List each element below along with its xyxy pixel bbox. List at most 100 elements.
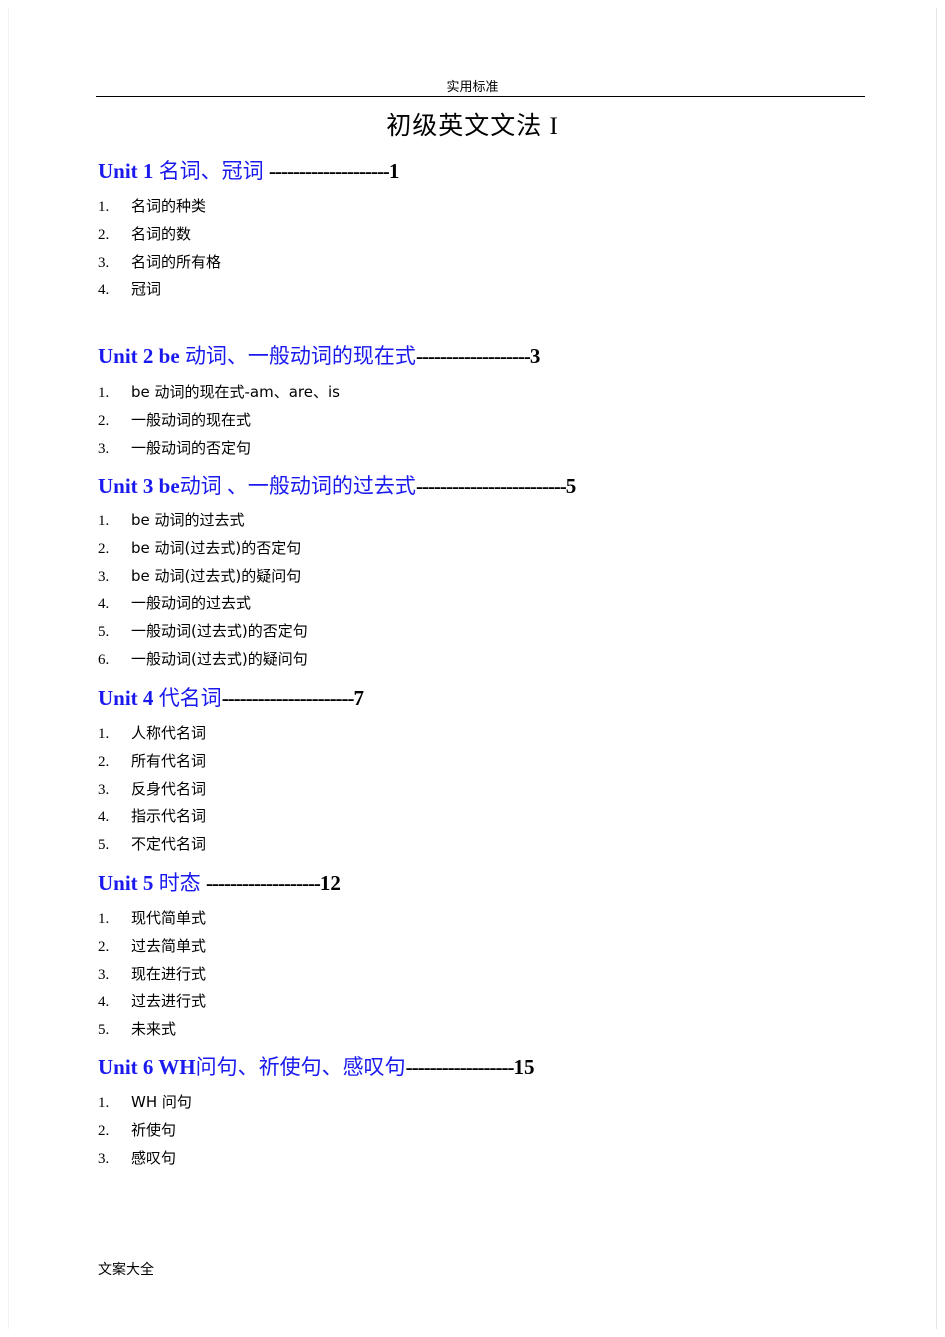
page-number: 12 <box>319 871 341 895</box>
item-number: 3. <box>98 254 110 271</box>
toc-list-item: 3. 一般动词的否定句 <box>98 437 251 458</box>
toc-list-item: 4. 冠词 <box>98 278 161 299</box>
item-number: 3. <box>98 966 110 983</box>
toc-list-item: 2. 一般动词的现在式 <box>98 409 251 430</box>
unit-prefix: Unit 3 be <box>98 474 180 498</box>
toc-list-item: 2. 所有代名词 <box>98 750 206 771</box>
toc-list-item: 6. 一般动词(过去式)的疑问句 <box>98 648 308 669</box>
item-number: 3. <box>98 568 110 585</box>
item-number: 3. <box>98 1150 110 1167</box>
unit-name: 问句、祈使句、感叹句 <box>195 1055 406 1079</box>
page-number: 5 <box>565 474 577 498</box>
toc-list-item: 2. 过去简单式 <box>98 935 206 956</box>
toc-unit-heading[interactable]: Unit 1 名词、冠词 --------------------1 <box>98 155 399 185</box>
item-label: 感叹句 <box>131 1148 177 1167</box>
toc-unit-heading[interactable]: Unit 4 代名词----------------------7 <box>98 682 364 712</box>
toc-list-item: 2. 名词的数 <box>98 223 191 244</box>
item-label: 未来式 <box>131 1020 177 1039</box>
item-number: 4. <box>98 596 110 613</box>
item-number: 3. <box>98 781 110 798</box>
item-label: 一般动词(过去式)的疑问句 <box>131 650 308 668</box>
toc-list-item: 2. be 动词(过去式)的否定句 <box>98 537 301 558</box>
toc-list-item: 4. 指示代名词 <box>98 805 206 826</box>
page-number: 1 <box>388 159 400 183</box>
toc-list-item: 5. 不定代名词 <box>98 833 206 854</box>
toc-unit-heading[interactable]: Unit 2 be 动词、一般动词的现在式-------------------… <box>98 340 540 370</box>
item-number: 2. <box>98 938 110 955</box>
toc-list-item: 5. 未来式 <box>98 1018 176 1039</box>
unit-name: 动词 、一般动词的过去式 <box>179 474 416 498</box>
item-label: 一般动词的否定句 <box>131 438 252 457</box>
unit-prefix: Unit 6 WH <box>98 1055 196 1079</box>
item-label: 名词的种类 <box>131 197 207 215</box>
item-label: 人称代名词 <box>131 724 207 742</box>
item-label: 现代简单式 <box>131 909 207 927</box>
item-number: 2. <box>98 412 110 429</box>
item-number: 1. <box>98 726 110 742</box>
document-title: 初级英文文法 I <box>386 113 559 140</box>
item-number: 2. <box>98 1122 110 1139</box>
toc-list-item: 1. 名词的种类 <box>98 195 206 216</box>
unit-name: 代名词 <box>158 686 222 710</box>
unit-name: 名词、冠词 <box>158 159 269 183</box>
item-number: 3. <box>98 440 110 457</box>
toc-list-item: 3. 现在进行式 <box>98 963 206 984</box>
item-label: be 动词的现在式-am、are、is <box>131 383 340 401</box>
toc-list-item: 1. WH 问句 <box>98 1091 192 1112</box>
item-label: 名词的所有格 <box>131 252 222 271</box>
item-label: be 动词(过去式)的否定句 <box>131 538 302 557</box>
item-label: 指示代名词 <box>131 807 207 826</box>
item-label: 反身代名词 <box>131 779 207 798</box>
item-label: WH 问句 <box>131 1093 192 1111</box>
item-number: 2. <box>98 753 110 770</box>
toc-list-item: 5. 一般动词(过去式)的否定句 <box>98 620 308 641</box>
dot-leader: ------------------------- <box>415 474 567 498</box>
toc-list-item: 3. 名词的所有格 <box>98 251 221 272</box>
unit-name: 时态 <box>158 871 206 895</box>
item-label: 不定代名词 <box>131 835 207 854</box>
toc-unit-heading[interactable]: Unit 5 时态 -------------------12 <box>98 867 341 897</box>
item-number: 1. <box>98 911 110 927</box>
item-number: 4. <box>98 282 110 299</box>
dot-leader: ------------------- <box>415 344 531 368</box>
toc-unit-heading[interactable]: Unit 6 WH问句、祈使句、感叹句------------------15 <box>98 1051 535 1081</box>
item-label: 一般动词(过去式)的否定句 <box>131 622 308 641</box>
toc-list-item: 1. be 动词的现在式-am、are、is <box>98 381 340 402</box>
running-header: 实用标准 <box>446 80 499 95</box>
toc-list-item: 1. 人称代名词 <box>98 722 206 743</box>
item-label: 冠词 <box>131 280 162 299</box>
item-number: 6. <box>98 652 110 668</box>
dot-leader: -------------------- <box>268 159 390 183</box>
header-rule <box>96 96 865 97</box>
item-label: 过去进行式 <box>131 992 207 1011</box>
item-number: 5. <box>98 837 110 854</box>
toc-list-item: 3. 反身代名词 <box>98 778 206 799</box>
item-number: 2. <box>98 540 110 557</box>
page-number: 15 <box>513 1055 535 1079</box>
dot-leader: ---------------------- <box>221 686 355 710</box>
item-label: be 动词(过去式)的疑问句 <box>131 566 302 585</box>
unit-prefix: Unit 4 <box>98 686 159 710</box>
toc-list-item: 3. be 动词(过去式)的疑问句 <box>98 565 301 586</box>
item-number: 5. <box>98 624 110 641</box>
toc-list-item: 4. 过去进行式 <box>98 990 206 1011</box>
toc-unit-heading[interactable]: Unit 3 be动词 、一般动词的过去式-------------------… <box>98 470 576 500</box>
unit-name: 动词、一般动词的现在式 <box>184 344 416 368</box>
item-label: 一般动词的现在式 <box>131 410 252 429</box>
unit-prefix: Unit 2 be <box>98 344 185 368</box>
item-number: 1. <box>98 199 110 215</box>
item-label: 所有代名词 <box>131 751 207 770</box>
toc-list-item: 1. be 动词的过去式 <box>98 509 245 530</box>
toc-list-item: 3. 感叹句 <box>98 1147 176 1168</box>
item-number: 1. <box>98 513 110 529</box>
item-number: 1. <box>98 385 110 401</box>
toc-list-item: 2. 祈使句 <box>98 1119 176 1140</box>
item-number: 1. <box>98 1095 110 1111</box>
item-label: 祈使句 <box>131 1120 177 1139</box>
toc-list-item: 4. 一般动词的过去式 <box>98 592 251 613</box>
item-label: 过去简单式 <box>131 936 207 955</box>
item-label: 一般动词的过去式 <box>131 594 252 613</box>
item-label: 现在进行式 <box>131 964 207 983</box>
item-number: 5. <box>98 1022 110 1039</box>
dot-leader: ------------------- <box>205 871 321 895</box>
